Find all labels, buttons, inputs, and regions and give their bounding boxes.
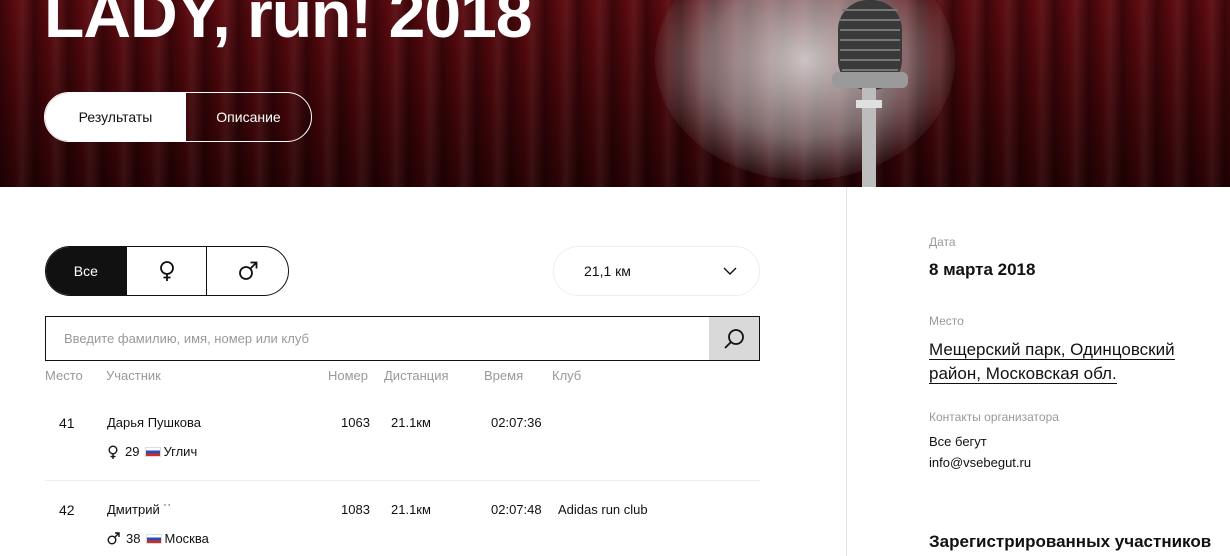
row-distance: 21.1км: [391, 415, 431, 430]
russia-flag-icon: [146, 533, 163, 544]
row-divider: [45, 480, 760, 481]
row-club: Adidas run club: [558, 502, 648, 517]
row-number: 1083: [341, 502, 370, 517]
tab-results[interactable]: Результаты: [45, 93, 186, 141]
row-name: Дмитрий ˙˙: [107, 502, 172, 517]
row-age: 38: [126, 531, 141, 546]
contacts-label: Контакты организатора: [929, 410, 1059, 424]
male-icon: [107, 532, 120, 545]
column-participant: Участник: [106, 368, 161, 383]
search-icon: [724, 328, 744, 349]
event-place-link[interactable]: Мещерский парк, Одинцовский район, Моско…: [929, 340, 1175, 384]
column-number: Номер: [328, 368, 369, 383]
row-details: 38 Москва: [107, 531, 209, 546]
female-icon: [159, 261, 174, 281]
tab-description[interactable]: Описание: [186, 93, 311, 141]
row-details: 29 Углич: [107, 444, 197, 459]
date-label: Дата: [929, 235, 956, 249]
row-place: 41: [59, 415, 75, 431]
filter-all-button[interactable]: Все: [46, 247, 127, 295]
row-distance: 21.1км: [391, 502, 431, 517]
female-icon: [108, 445, 118, 459]
column-club: Клуб: [552, 368, 582, 383]
place-label: Место: [929, 314, 964, 328]
row-place: 42: [59, 502, 75, 518]
event-place: Мещерский парк, Одинцовский район, Моско…: [929, 338, 1209, 386]
gender-filter: Все: [45, 246, 289, 296]
column-place: Место: [45, 368, 83, 383]
chevron-down-icon: [723, 267, 737, 275]
filter-male-button[interactable]: [207, 247, 288, 295]
distance-select[interactable]: 21,1 км: [553, 246, 760, 296]
filter-female-button[interactable]: [127, 247, 208, 295]
search-input[interactable]: [46, 317, 709, 360]
column-distance: Дистанция: [384, 368, 449, 383]
russia-flag-icon: [145, 446, 162, 457]
column-time: Время: [484, 368, 524, 383]
organizer-email[interactable]: info@vsebegut.ru: [929, 455, 1031, 470]
row-city: Москва: [164, 531, 209, 546]
hero-banner: LADY, run! 2018 Результаты Описание: [0, 0, 1230, 187]
search-bar: [45, 316, 760, 361]
event-title: LADY, run! 2018: [44, 0, 532, 51]
distance-selected: 21,1 км: [584, 263, 631, 279]
male-icon: [238, 261, 258, 280]
row-age: 29: [125, 444, 140, 459]
event-date: 8 марта 2018: [929, 260, 1036, 279]
row-name: Дарья Пушкова: [107, 415, 202, 430]
sidebar-divider: [846, 187, 847, 556]
row-number: 1063: [341, 415, 370, 430]
organizer-name: Все бегут: [929, 434, 987, 449]
hero-tabs: Результаты Описание: [44, 92, 312, 142]
registered-heading: Зарегистрированных участников: [929, 532, 1212, 551]
row-city: Углич: [163, 444, 198, 459]
row-time: 02:07:48: [491, 502, 542, 517]
microphone-image: [832, 0, 908, 187]
search-button[interactable]: [709, 317, 759, 360]
row-time: 02:07:36: [491, 415, 542, 430]
